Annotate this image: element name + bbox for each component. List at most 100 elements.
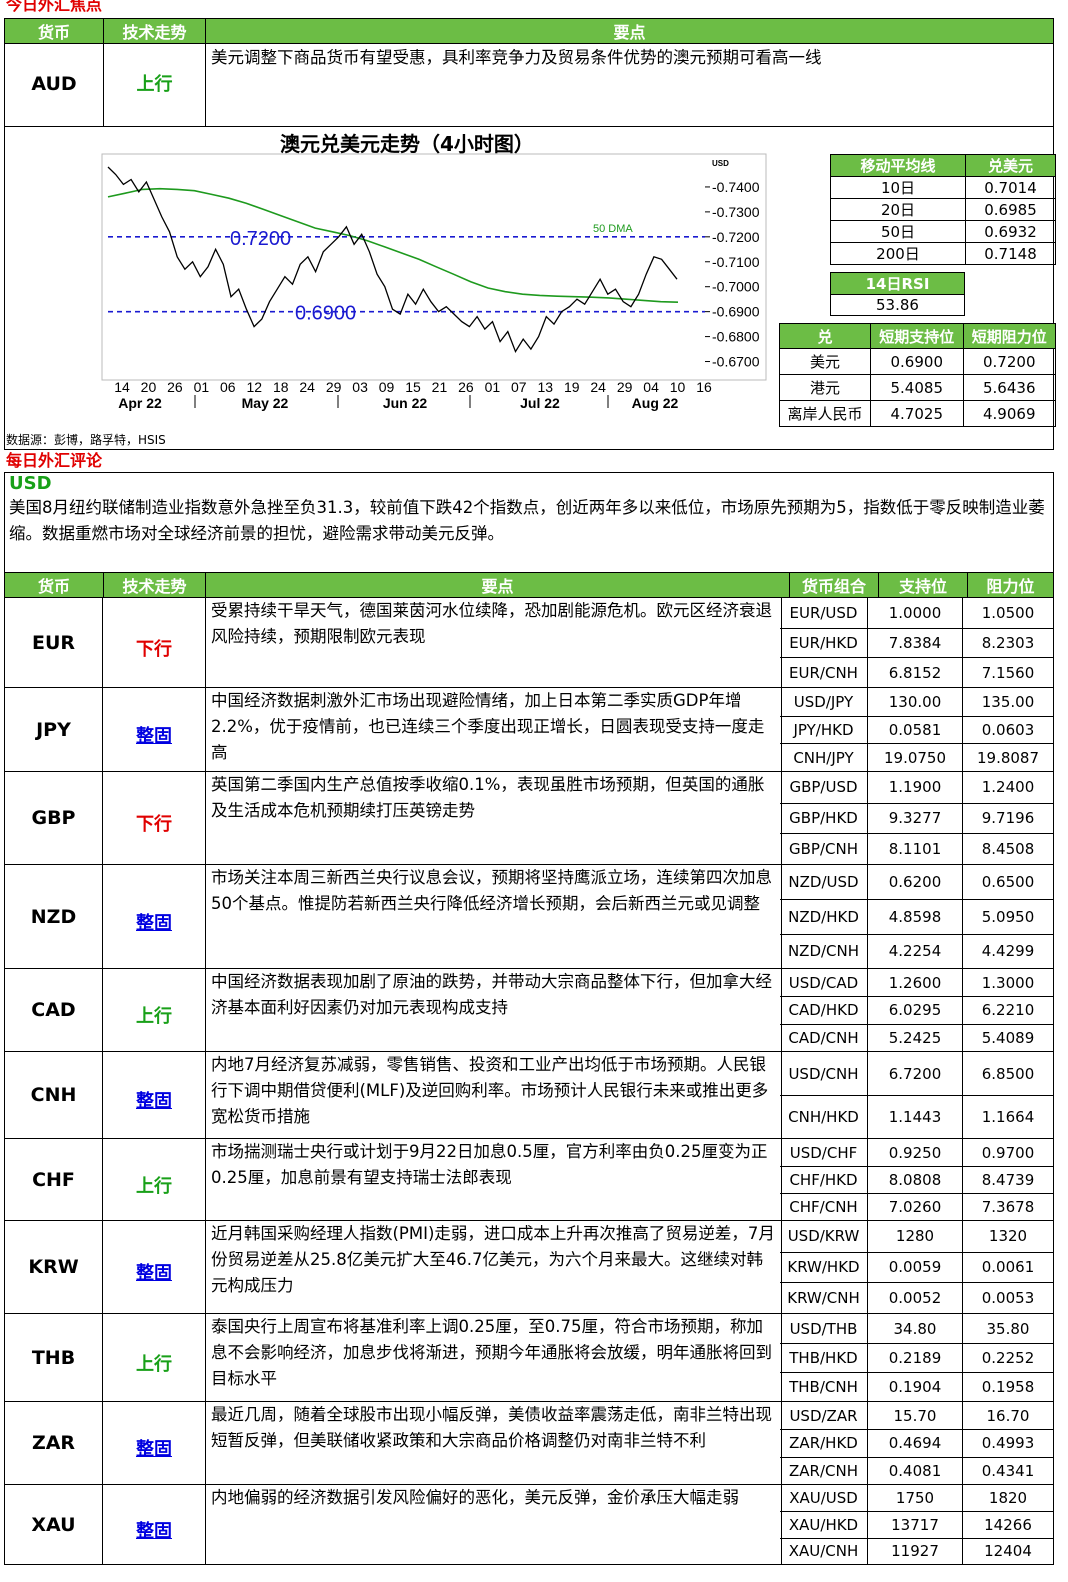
sr-resist: 0.7200	[962, 348, 1056, 375]
x-tick-label: 21	[432, 379, 448, 395]
pair-name: CNH/JPY	[780, 744, 868, 771]
pair-support: 13717	[868, 1512, 963, 1538]
pair-support: 9.3277	[868, 803, 963, 834]
sr-resist: 4.9069	[962, 400, 1056, 427]
header-points: 要点	[205, 572, 790, 598]
pair-row: XAU/CNH 11927 12404	[780, 1537, 1053, 1564]
aud-text: 美元调整下商品货币有望受惠，具利率竞争力及贸易条件优势的澳元预期可看高一线	[211, 48, 822, 67]
ma-value: 0.6985	[965, 198, 1056, 221]
pair-name: USD/THB	[780, 1314, 868, 1343]
aud-row: AUD 上行 美元调整下商品货币有望受惠，具利率竞争力及贸易条件优势的澳元预期可…	[4, 43, 1054, 127]
row-text: 中国经济数据表现加剧了原油的跌势，并带动大宗商品整体下行，但加拿大经济基本面利好…	[207, 969, 782, 1051]
pair-support: 34.80	[868, 1314, 963, 1343]
row-trend: 整固	[103, 688, 206, 771]
pair-resistance: 0.9700	[981, 1143, 1035, 1162]
row-currency: NZD	[5, 865, 103, 968]
pair-resistance: 19.8087	[976, 748, 1040, 767]
row-currency: CNH	[5, 1052, 103, 1138]
header-resistance: 阻力位	[967, 572, 1054, 598]
y-tick-label: -0.7400	[712, 179, 760, 195]
row-text: 受累持续干旱天气，德国莱茵河水位续降，恐加剧能源危机。欧元区经济衰退风险持续，预…	[207, 598, 782, 687]
fx-row-chf: CHF 上行 市场揣测瑞士央行或计划于9月22日加息0.5厘，官方利率由负0.25厘…	[4, 1139, 1054, 1221]
month-label: Jul 22	[520, 395, 560, 411]
y-tick-label: -0.7000	[712, 279, 760, 295]
pair-row: CNH/JPY 19.0750 19.8087	[780, 743, 1053, 771]
pair-resistance: 7.1560	[981, 663, 1035, 682]
ma-value: 0.6932	[965, 220, 1056, 243]
pair-name: USD/KRW	[780, 1221, 868, 1252]
rsi-value: 53.86	[830, 294, 965, 316]
pair-resistance: 0.2252	[981, 1349, 1035, 1367]
x-tick-label: 12	[246, 379, 262, 395]
fx-row-cnh: CNH 整固 内地7月经济复苏减弱，零售销售、投资和工业产出均低于市场预期。人民银行…	[4, 1052, 1054, 1139]
ma-label: 20日	[830, 198, 966, 221]
pair-support: 7.8384	[868, 628, 963, 658]
aud-trend: 上行	[104, 43, 206, 126]
pair-resistance: 8.4508	[981, 840, 1035, 859]
row-text: 内地7月经济复苏减弱，零售销售、投资和工业产出均低于市场预期。人民银行下调中期借…	[207, 1052, 782, 1138]
sr-ccy: 离岸人民币	[779, 400, 871, 427]
x-tick-label: 24	[590, 379, 606, 395]
pair-resistance: 8.2303	[981, 633, 1035, 652]
pair-row: GBP/HKD 9.3277 9.7196	[780, 802, 1053, 834]
pair-row: CAD/HKD 6.0295 6.2210	[780, 996, 1053, 1024]
pair-support: 0.0059	[868, 1252, 963, 1283]
row-text: 近月韩国采购经理人指数(PMI)走弱，进口成本上升再次推高了贸易逆差，7月份贸易…	[207, 1221, 782, 1313]
pair-resistance: 1320	[988, 1227, 1028, 1246]
pair-resistance: 1.2400	[981, 778, 1035, 797]
row-text: 市场关注本周三新西兰央行议息会议，预期将坚持鹰派立场，连续第四次加息50个基点。…	[207, 865, 782, 968]
data-source: 数据源：彭博，路孚特，HSIS	[6, 433, 166, 447]
pair-row: GBP/USD 1.1900 1.2400	[780, 772, 1053, 803]
pair-support: 1.1900	[868, 772, 963, 803]
x-tick-label: 10	[670, 379, 686, 395]
pair-row: NZD/USD 0.6200 0.6500	[780, 865, 1053, 900]
pair-row: ZAR/HKD 0.4694 0.4993	[780, 1429, 1053, 1457]
row-currency: JPY	[5, 688, 103, 771]
header-currency: 货币	[4, 572, 104, 598]
x-tick-label: 01	[194, 379, 210, 395]
pair-support: 0.4081	[868, 1457, 963, 1484]
pair-row: KRW/CNH 0.0052 0.0053	[780, 1282, 1053, 1313]
row-trend: 整固	[103, 1221, 206, 1313]
audusd-chart: -0.7400 -0.7300 -0.7200 -0.7100 -0.7000 -0.69…	[101, 153, 767, 411]
row-trend: 上行	[103, 969, 206, 1051]
row-trend: 整固	[103, 1485, 206, 1564]
pair-row: THB/HKD 0.2189 0.2252	[780, 1343, 1053, 1372]
pair-row: NZD/CNH 4.2254 4.4299	[780, 933, 1053, 968]
pair-resistance: 0.0053	[981, 1289, 1035, 1308]
focus-header: 货币 技术走势 要点	[4, 18, 1054, 44]
header-points: 要点	[205, 18, 1054, 44]
month-label: Aug 22	[632, 395, 679, 411]
pair-support: 15.70	[868, 1402, 963, 1430]
pair-support: 0.6200	[868, 865, 963, 900]
ma-header-usd: 兑美元	[965, 154, 1056, 177]
x-tick-label: 15	[405, 379, 421, 395]
fx-row-thb: THB 上行 泰国央行上周宣布将基准利率上调0.25厘，至0.75厘，符合市场预期，…	[4, 1314, 1054, 1402]
pair-row: THB/CNH 0.1904 0.1958	[780, 1372, 1053, 1401]
pair-row: USD/KRW 1280 1320	[780, 1221, 1053, 1252]
y-tick-label: -0.7200	[712, 229, 760, 245]
sr-support: 0.6900	[870, 348, 964, 375]
header-trend: 技术走势	[103, 572, 206, 598]
ma-label: 50日	[830, 220, 966, 243]
pair-name: NZD/USD	[780, 865, 868, 900]
pair-support: 6.8152	[868, 658, 963, 687]
sr-header: 短期支持位	[870, 323, 964, 349]
pair-support: 7.0260	[868, 1194, 963, 1220]
pair-name: CHF/CNH	[780, 1194, 868, 1220]
pair-name: XAU/CNH	[780, 1538, 868, 1564]
row-text: 最近几周，随着全球股市出现小幅反弹，美债收益率震荡走低，南非兰特出现短暂反弹，但…	[207, 1402, 782, 1484]
pair-row: USD/CAD 1.2600 1.3000	[780, 969, 1053, 997]
row-currency: EUR	[5, 598, 103, 687]
x-tick-label: 29	[617, 379, 633, 395]
ma-label: 10日	[830, 176, 966, 199]
pair-row: USD/THB 34.80 35.80	[780, 1314, 1053, 1343]
pair-support: 6.7200	[868, 1052, 963, 1095]
ma-table: 移动平均线 兑美元 10日 0.7014 20日 0.6985 50日 0.6932 2…	[830, 154, 1056, 265]
ref-label: 0.6900	[295, 303, 356, 325]
pair-row: CNH/HKD 1.1443 1.1664	[780, 1095, 1053, 1138]
pair-name: CAD/HKD	[780, 997, 868, 1024]
pair-support: 0.0052	[868, 1283, 963, 1313]
pair-support: 8.1101	[868, 834, 963, 864]
usd-box: USD 美国8月纽约联储制造业指数意外急挫至负31.3，较前值下跌42个指数点，…	[4, 472, 1054, 573]
